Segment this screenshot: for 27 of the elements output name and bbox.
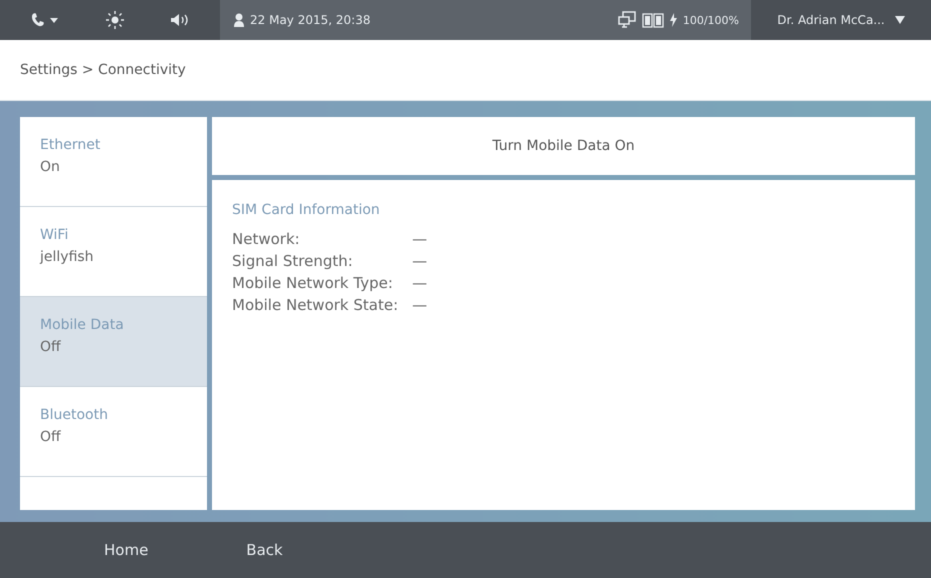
breadcrumb: Settings > Connectivity bbox=[20, 62, 186, 78]
field-value: — bbox=[412, 230, 428, 249]
nav-button[interactable]: Back bbox=[242, 533, 287, 567]
field-label: Network: bbox=[232, 230, 301, 249]
field-label: Mobile Network Type: bbox=[232, 274, 394, 293]
person-icon bbox=[234, 13, 244, 27]
phone-icon[interactable] bbox=[30, 12, 60, 28]
field-value: — bbox=[412, 274, 428, 293]
speaker-icon[interactable] bbox=[170, 13, 190, 27]
sidebar-item[interactable]: Ethernet On bbox=[20, 117, 207, 207]
field-label: Mobile Network State: bbox=[232, 296, 398, 315]
caret-icon bbox=[894, 16, 905, 24]
field-label: Signal Strength: bbox=[232, 252, 354, 271]
turn-on-button[interactable]: Turn Mobile Data On bbox=[212, 117, 915, 175]
nav-button[interactable]: Home bbox=[100, 533, 152, 567]
section-title: SIM Card Information bbox=[232, 202, 381, 218]
field-value: — bbox=[412, 296, 428, 315]
sidebar-item[interactable]: Mobile Data Off bbox=[20, 297, 207, 387]
battery-icon bbox=[642, 12, 664, 28]
brightness-icon[interactable] bbox=[104, 10, 125, 30]
date-time: 22 May 2015, 20:38 bbox=[250, 13, 370, 27]
field-value: — bbox=[412, 252, 428, 271]
user-menu[interactable]: Dr. Adrian McCa... bbox=[751, 0, 931, 40]
battery-level: 100/100% bbox=[682, 14, 739, 26]
monitor-icon bbox=[618, 11, 636, 29]
sidebar-item[interactable]: Bluetooth Off bbox=[20, 387, 207, 477]
charging-icon bbox=[670, 13, 677, 27]
